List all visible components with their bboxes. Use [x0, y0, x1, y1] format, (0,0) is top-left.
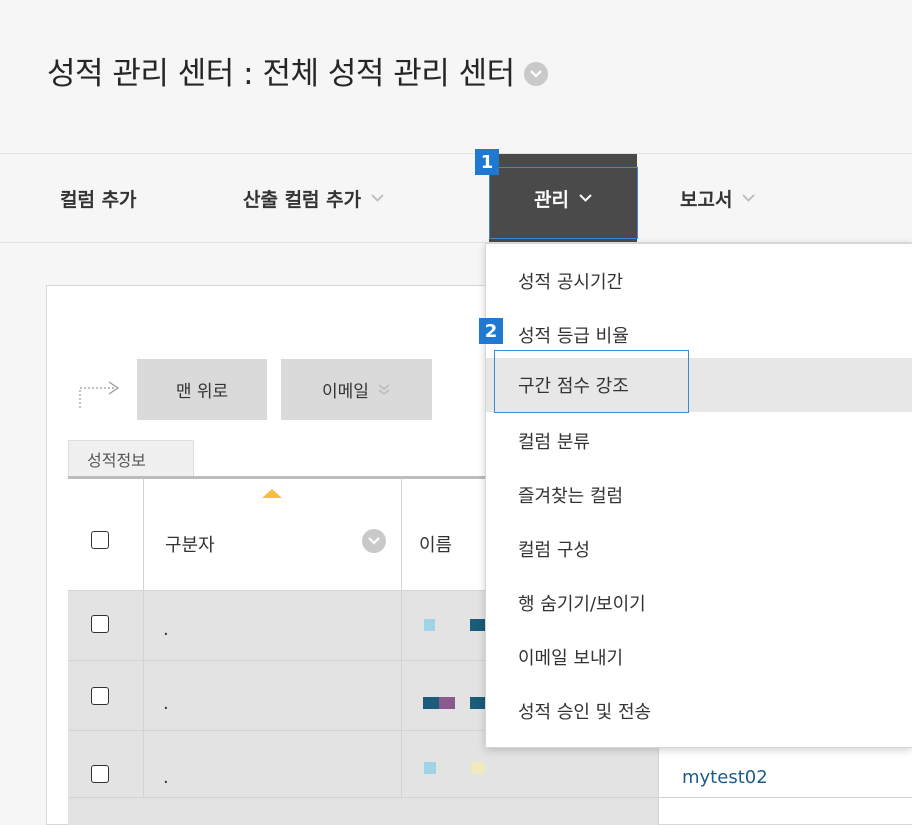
row-cell	[68, 798, 658, 825]
menu-item-grade-ratio[interactable]: 성적 등급 비율	[486, 308, 912, 362]
row-identifier: .	[163, 619, 169, 640]
menu-item-hide-show-rows[interactable]: 행 숨기기/보이기	[486, 576, 912, 630]
color-swatch	[424, 762, 436, 774]
page-title-text: 성적 관리 센터 : 전체 성적 관리 센터	[47, 56, 515, 92]
reports-menu-button[interactable]: 보고서	[680, 154, 756, 242]
grade-info-label: 성적정보	[87, 450, 146, 470]
email-label: 이메일	[322, 382, 369, 402]
color-swatch	[470, 697, 485, 709]
menu-item-column-categories[interactable]: 컬럼 분류	[486, 414, 912, 468]
manage-label: 관리	[534, 188, 569, 211]
row-cell	[402, 661, 485, 730]
menu-item-column-organization[interactable]: 컬럼 구성	[486, 522, 912, 576]
row-cell	[144, 731, 401, 797]
step-badge-2: 2	[479, 318, 503, 344]
chevron-down-icon	[579, 194, 592, 202]
identifier-column-header[interactable]: 구분자	[165, 531, 215, 557]
color-swatch	[424, 619, 435, 631]
grade-info-tab[interactable]: 성적정보	[68, 440, 194, 476]
add-column-button[interactable]: 컬럼 추가	[60, 154, 137, 242]
manage-menu-button[interactable]: 관리	[489, 154, 637, 242]
row-identifier: .	[163, 767, 169, 788]
menu-item-grade-approval[interactable]: 성적 승인 및 전송	[486, 684, 912, 738]
email-button[interactable]: 이메일	[281, 359, 432, 420]
step-badge-1: 1	[475, 149, 499, 175]
row-checkbox[interactable]	[91, 615, 109, 633]
go-to-top-button[interactable]: 맨 위로	[137, 359, 267, 420]
chevron-down-icon	[742, 194, 756, 202]
row-identifier: .	[163, 693, 169, 714]
arrow-corner-icon	[76, 380, 124, 414]
name-column-header[interactable]: 이름	[419, 531, 452, 557]
reports-label: 보고서	[680, 188, 733, 211]
menu-item-range-highlight[interactable]: 구간 점수 강조	[486, 358, 912, 412]
identifier-column-chevron-icon[interactable]	[362, 529, 386, 553]
row-checkbox[interactable]	[91, 687, 109, 705]
color-swatch	[439, 697, 455, 709]
page-title: 성적 관리 센터 : 전체 성적 관리 센터	[47, 48, 548, 93]
row-cell	[68, 731, 143, 797]
manage-dropdown-menu: 성적 공시기간 성적 등급 비율 구간 점수 강조 컬럼 분류 즐겨찾는 컬럼 …	[485, 243, 912, 748]
chevron-down-icon	[371, 194, 384, 202]
row-cell	[144, 591, 401, 660]
row-cell	[144, 661, 401, 730]
add-calc-column-label: 산출 컬럼 추가	[243, 188, 362, 211]
menu-item-send-email[interactable]: 이메일 보내기	[486, 630, 912, 684]
menu-item-grade-schedule[interactable]: 성적 공시기간	[486, 254, 912, 308]
action-toolbar: 컬럼 추가 산출 컬럼 추가 관리 보고서	[0, 153, 912, 243]
title-menu-chevron-icon[interactable]	[523, 61, 548, 86]
sort-asc-icon	[262, 489, 282, 498]
color-swatch	[470, 619, 485, 631]
color-swatch	[423, 697, 439, 709]
go-to-top-label: 맨 위로	[175, 382, 229, 402]
username-link[interactable]: mytest02	[682, 767, 768, 788]
add-column-label: 컬럼 추가	[60, 188, 137, 211]
menu-item-favorite-columns[interactable]: 즐겨찾는 컬럼	[486, 468, 912, 522]
double-chevron-down-icon	[377, 383, 391, 397]
select-all-checkbox[interactable]	[91, 531, 109, 549]
color-swatch	[471, 762, 485, 774]
row-checkbox[interactable]	[91, 765, 109, 783]
add-calc-column-button[interactable]: 산출 컬럼 추가	[243, 154, 384, 242]
